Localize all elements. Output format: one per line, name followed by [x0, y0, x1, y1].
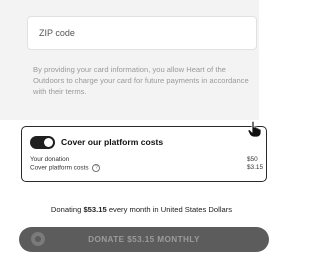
pointer-hand-icon [248, 121, 262, 137]
donation-summary: Donating $53.15 every month in United St… [0, 205, 283, 214]
cover-costs-toggle[interactable] [30, 136, 55, 149]
donate-button-label: DONATE $53.15 MONTHLY [88, 235, 200, 244]
donation-row-value: $50 [247, 156, 258, 163]
donation-row-label: Your donation [30, 156, 70, 163]
card-consent-text: By providing your card information, you … [33, 65, 249, 96]
summary-prefix: Donating [50, 205, 82, 214]
fee-row: Cover platform costs ? [30, 164, 101, 173]
summary-suffix: every month in United States Dollars [108, 205, 233, 214]
cover-costs-card: Cover our platform costs Your donation $… [21, 121, 267, 182]
zip-code-input[interactable] [27, 16, 257, 50]
question-circle-icon[interactable]: ? [92, 164, 101, 172]
summary-amount: $53.15 [83, 205, 107, 214]
donate-button[interactable]: DONATE $53.15 MONTHLY [19, 227, 269, 252]
toggle-knob [44, 138, 53, 147]
cover-costs-title: Cover our platform costs [61, 137, 164, 147]
fee-row-value: $3.15 [247, 164, 263, 171]
fee-row-label: Cover platform costs [30, 164, 89, 172]
